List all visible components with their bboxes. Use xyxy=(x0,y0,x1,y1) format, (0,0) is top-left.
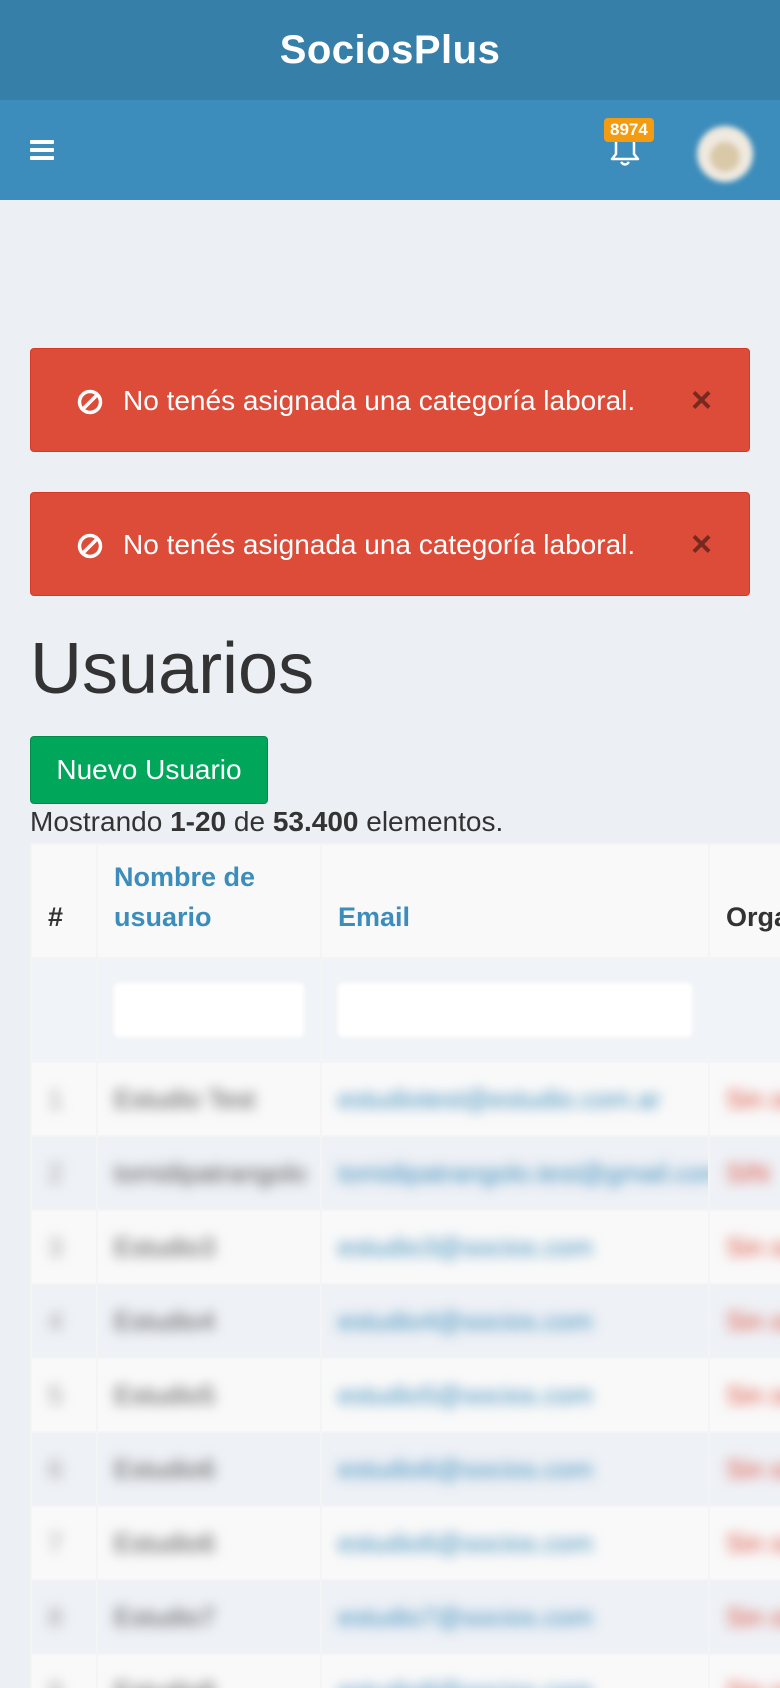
column-header-username[interactable]: Nombre de usuario xyxy=(96,843,322,959)
table-row[interactable]: 6 Estudio6 estudio6@socios.com Sin org xyxy=(30,1431,780,1507)
row-organization: SIN xyxy=(726,1157,770,1188)
row-username: Estudio6 xyxy=(114,1453,216,1484)
row-username: Estudio8 xyxy=(114,1676,215,1688)
column-header-num: # xyxy=(30,843,98,959)
table-header-row: # Nombre de usuario Email Orga xyxy=(30,843,780,959)
table-row[interactable]: 9 Estudio8 estudio8@socios.com Sin org xyxy=(30,1653,780,1688)
row-username: Estudio5 xyxy=(114,1379,216,1410)
ban-icon xyxy=(77,389,103,415)
row-organization: Sin org xyxy=(726,1083,780,1114)
row-email[interactable]: estudio5@socios.com xyxy=(338,1380,593,1410)
row-email[interactable]: estudio7@socios.com xyxy=(338,1602,593,1632)
row-email[interactable]: tomidipatrangolo.test@gmail.com xyxy=(338,1158,707,1188)
row-organization: Sin org xyxy=(726,1379,780,1410)
email-filter-input[interactable] xyxy=(338,983,692,1037)
filter-row xyxy=(30,957,780,1063)
row-organization: Sin org xyxy=(726,1231,780,1262)
table-row[interactable]: 5 Estudio5 estudio5@socios.com Sin org xyxy=(30,1357,780,1433)
table-row[interactable]: 7 Estudio6 estudio6@socios.com Sin org xyxy=(30,1505,780,1581)
results-summary: Mostrando 1-20 de 53.400 elementos. xyxy=(30,806,504,837)
row-username: Estudio3 xyxy=(114,1231,216,1262)
row-email[interactable]: estudiotest@estudio.com.ar xyxy=(338,1084,661,1114)
top-header: SociosPlus xyxy=(0,0,780,100)
user-avatar[interactable] xyxy=(697,126,753,182)
alert-message: No tenés asignada una categoría laboral. xyxy=(123,385,636,416)
column-header-organization: Orga xyxy=(708,843,780,959)
column-header-email[interactable]: Email xyxy=(320,843,710,959)
row-username: Estudio7 xyxy=(114,1601,216,1632)
alert-error: No tenés asignada una categoría laboral.… xyxy=(30,348,750,452)
row-email[interactable]: estudio3@socios.com xyxy=(338,1232,593,1262)
table-row[interactable]: 2 tomidipatrangolo tomidipatrangolo.test@g… xyxy=(30,1135,780,1211)
row-organization: Sin org xyxy=(726,1601,780,1632)
row-number: 4 xyxy=(48,1305,63,1336)
row-email[interactable]: estudio4@socios.com xyxy=(338,1306,593,1336)
new-user-button[interactable]: Nuevo Usuario xyxy=(30,736,268,804)
username-filter-input[interactable] xyxy=(114,983,304,1037)
row-organization: Sin org xyxy=(726,1676,780,1688)
close-icon[interactable]: × xyxy=(691,523,712,565)
row-username: Estudio6 xyxy=(114,1527,216,1558)
row-username: tomidipatrangolo xyxy=(114,1157,307,1188)
row-organization: Sin org xyxy=(726,1305,780,1336)
row-username: Estudio Test xyxy=(114,1083,256,1114)
navbar xyxy=(0,100,780,200)
ban-icon xyxy=(77,533,103,559)
row-number: 6 xyxy=(48,1453,63,1484)
users-table: # Nombre de usuario Email Orga 1 Estudio … xyxy=(30,843,780,1688)
row-username: Estudio4 xyxy=(114,1305,216,1336)
row-email[interactable]: estudio8@socios.com xyxy=(338,1676,593,1688)
table-row[interactable]: 4 Estudio4 estudio4@socios.com Sin org xyxy=(30,1283,780,1359)
row-number: 1 xyxy=(48,1083,63,1114)
row-number: 9 xyxy=(48,1676,62,1688)
row-number: 5 xyxy=(48,1379,63,1410)
close-icon[interactable]: × xyxy=(691,379,712,421)
row-number: 2 xyxy=(48,1157,63,1188)
notification-badge[interactable]: 8974 xyxy=(604,118,654,142)
row-email[interactable]: estudio6@socios.com xyxy=(338,1528,593,1558)
row-organization: Sin org xyxy=(726,1527,780,1558)
row-email[interactable]: estudio6@socios.com xyxy=(338,1454,593,1484)
alert-message: No tenés asignada una categoría laboral. xyxy=(123,529,636,560)
row-number: 8 xyxy=(48,1601,63,1632)
table-row[interactable]: 1 Estudio Test estudiotest@estudio.com.ar S… xyxy=(30,1061,780,1137)
app-brand[interactable]: SociosPlus xyxy=(280,28,501,73)
page-title: Usuarios xyxy=(30,629,315,709)
menu-toggle-icon[interactable] xyxy=(30,140,54,160)
users-table-container[interactable]: # Nombre de usuario Email Orga 1 Estudio … xyxy=(30,843,780,1688)
row-organization: Sin org xyxy=(726,1453,780,1484)
table-row[interactable]: 8 Estudio7 estudio7@socios.com Sin org xyxy=(30,1579,780,1655)
row-number: 3 xyxy=(48,1231,63,1262)
alert-error: No tenés asignada una categoría laboral.… xyxy=(30,492,750,596)
row-number: 7 xyxy=(48,1527,63,1558)
table-row[interactable]: 3 Estudio3 estudio3@socios.com Sin org xyxy=(30,1209,780,1285)
